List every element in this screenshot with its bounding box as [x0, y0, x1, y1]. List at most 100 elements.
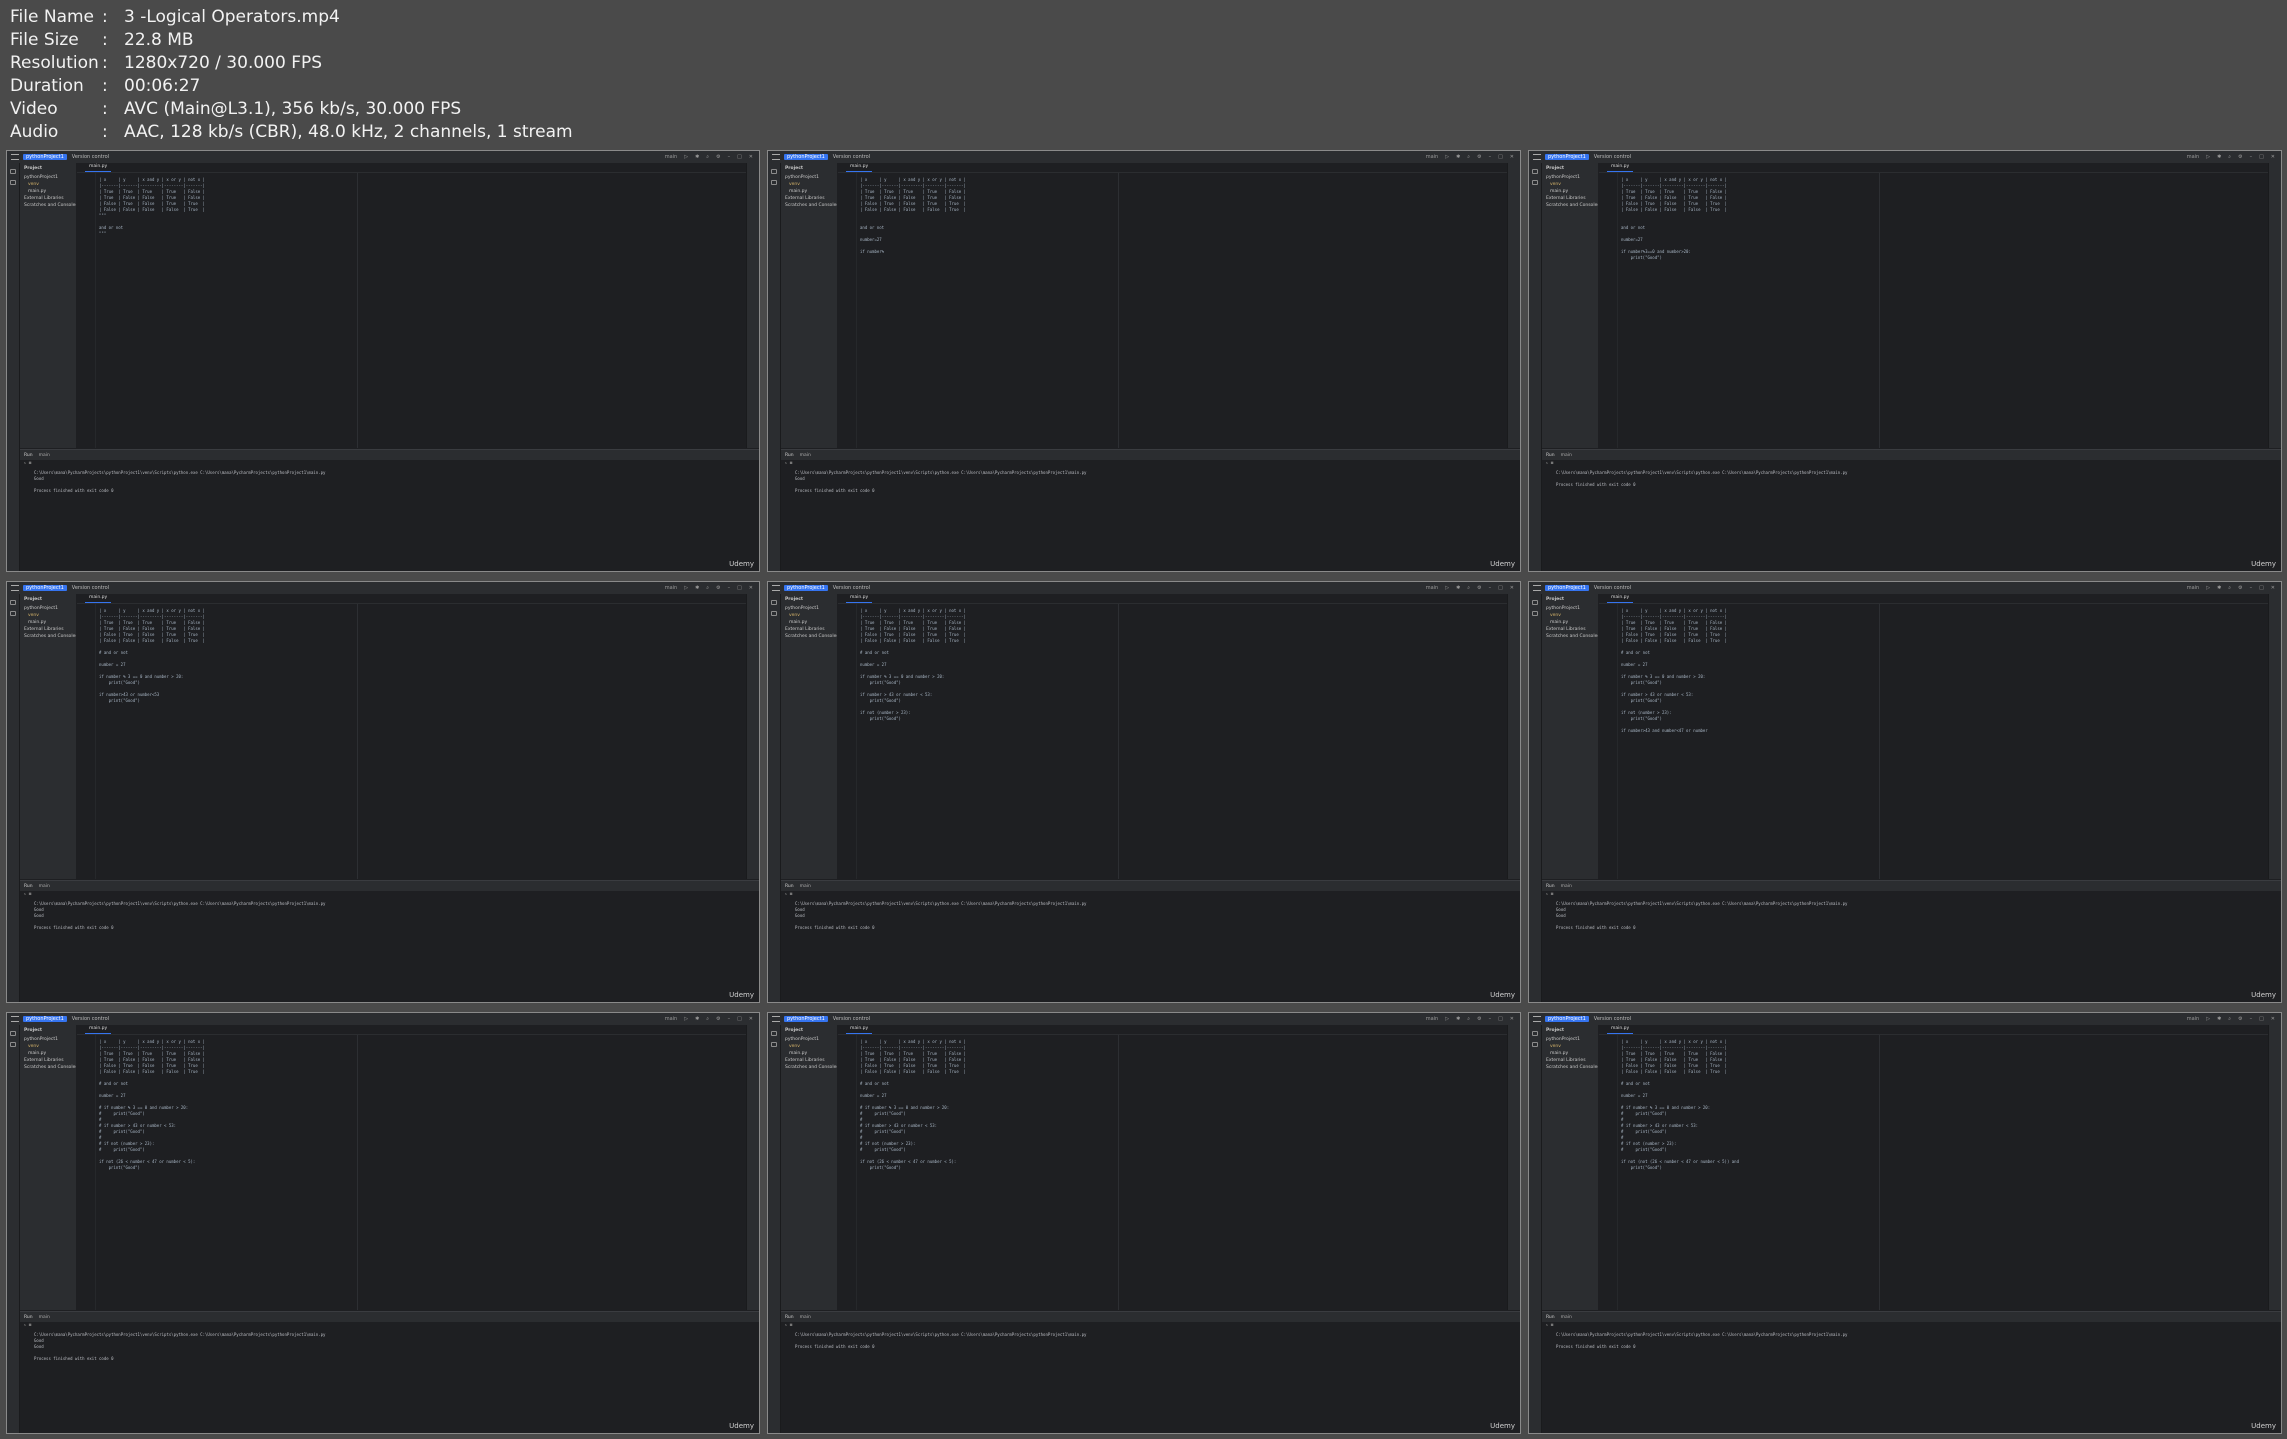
project-name[interactable]: pythonProject1	[23, 585, 67, 591]
run-config-tab[interactable]: main	[1561, 453, 1572, 458]
tree-item-venv[interactable]: venv	[1542, 1043, 1598, 1050]
structure-icon[interactable]	[771, 611, 777, 616]
close-icon[interactable]: ✕	[749, 1016, 753, 1022]
run-config-tab[interactable]: main	[1561, 1315, 1572, 1320]
maximize-icon[interactable]: □	[2259, 585, 2264, 591]
project-panel-title[interactable]: Project	[781, 163, 837, 174]
tree-item-main[interactable]: main.py	[20, 619, 76, 626]
code-text[interactable]: | x | y | x and y | x or y | not x | |--…	[99, 608, 743, 704]
debug-icon[interactable]: ✱	[695, 585, 699, 591]
maximize-icon[interactable]: □	[737, 154, 742, 160]
tab-main-py[interactable]: main.py	[846, 1025, 873, 1034]
folder-icon[interactable]	[10, 600, 16, 605]
close-icon[interactable]: ✕	[2271, 154, 2275, 160]
version-control-label[interactable]: Version control	[1594, 154, 1631, 160]
version-control-label[interactable]: Version control	[72, 1016, 109, 1022]
maximize-icon[interactable]: □	[1498, 154, 1503, 160]
maximize-icon[interactable]: □	[737, 1016, 742, 1022]
structure-icon[interactable]	[771, 180, 777, 185]
run-config-label[interactable]: main	[2187, 1016, 2200, 1022]
search-icon[interactable]: ⌕	[1467, 1016, 1470, 1022]
minimize-icon[interactable]: –	[2250, 154, 2253, 160]
tree-item-external-libraries[interactable]: External Libraries	[1542, 1057, 1598, 1064]
structure-icon[interactable]	[10, 180, 16, 185]
project-name[interactable]: pythonProject1	[1545, 1016, 1589, 1022]
tree-item-project[interactable]: pythonProject1	[781, 174, 837, 181]
project-name[interactable]: pythonProject1	[784, 585, 828, 591]
tab-main-py[interactable]: main.py	[1607, 1025, 1634, 1034]
debug-icon[interactable]: ✱	[2217, 154, 2221, 160]
project-name[interactable]: pythonProject1	[1545, 154, 1589, 160]
rerun-icon[interactable]: ↻	[24, 460, 26, 465]
structure-icon[interactable]	[10, 1042, 16, 1047]
settings-icon[interactable]: ⚙	[1477, 1016, 1481, 1022]
tree-item-venv[interactable]: venv	[781, 181, 837, 188]
tab-main-py[interactable]: main.py	[846, 163, 873, 172]
run-icon[interactable]: ▷	[684, 1016, 688, 1022]
tree-item-external-libraries[interactable]: External Libraries	[781, 626, 837, 633]
hamburger-menu-icon[interactable]	[1533, 1016, 1541, 1022]
run-tab-label[interactable]: Run	[1546, 884, 1555, 889]
tree-item-main[interactable]: main.py	[781, 188, 837, 195]
version-control-label[interactable]: Version control	[1594, 585, 1631, 591]
rerun-icon[interactable]: ↻	[1546, 1322, 1548, 1327]
project-panel-title[interactable]: Project	[1542, 163, 1598, 174]
tree-item-scratches[interactable]: Scratches and Consoles	[20, 633, 76, 640]
project-panel-title[interactable]: Project	[20, 1025, 76, 1036]
search-icon[interactable]: ⌕	[1467, 154, 1470, 160]
run-icon[interactable]: ▷	[684, 154, 688, 160]
tree-item-main[interactable]: main.py	[1542, 619, 1598, 626]
debug-icon[interactable]: ✱	[1456, 154, 1460, 160]
hamburger-menu-icon[interactable]	[11, 1016, 19, 1022]
rerun-icon[interactable]: ↻	[785, 1322, 787, 1327]
code-editor[interactable]: | x | y | x and y | x or y | not x | |--…	[838, 1035, 1508, 1310]
code-editor[interactable]: | x | y | x and y | x or y | not x | |--…	[838, 604, 1508, 879]
maximize-icon[interactable]: □	[1498, 1016, 1503, 1022]
code-editor[interactable]: | x | y | x and y | x or y | not x | |--…	[1599, 604, 2269, 879]
run-tab-label[interactable]: Run	[24, 1315, 33, 1320]
settings-icon[interactable]: ⚙	[2238, 585, 2242, 591]
hamburger-menu-icon[interactable]	[11, 585, 19, 591]
structure-icon[interactable]	[771, 1042, 777, 1047]
stop-icon[interactable]: ■	[790, 460, 792, 465]
tree-item-project[interactable]: pythonProject1	[781, 605, 837, 612]
minimize-icon[interactable]: –	[2250, 1016, 2253, 1022]
structure-icon[interactable]	[1532, 180, 1538, 185]
run-icon[interactable]: ▷	[1445, 1016, 1449, 1022]
run-config-tab[interactable]: main	[39, 1315, 50, 1320]
debug-icon[interactable]: ✱	[695, 1016, 699, 1022]
folder-icon[interactable]	[771, 169, 777, 174]
tree-item-scratches[interactable]: Scratches and Consoles	[1542, 633, 1598, 640]
run-icon[interactable]: ▷	[684, 585, 688, 591]
hamburger-menu-icon[interactable]	[772, 585, 780, 591]
tab-main-py[interactable]: main.py	[85, 594, 112, 603]
settings-icon[interactable]: ⚙	[2238, 154, 2242, 160]
tree-item-main[interactable]: main.py	[20, 188, 76, 195]
tree-item-main[interactable]: main.py	[1542, 188, 1598, 195]
search-icon[interactable]: ⌕	[2228, 154, 2231, 160]
run-config-label[interactable]: main	[1426, 154, 1439, 160]
debug-icon[interactable]: ✱	[2217, 1016, 2221, 1022]
version-control-label[interactable]: Version control	[833, 154, 870, 160]
search-icon[interactable]: ⌕	[2228, 1016, 2231, 1022]
code-editor[interactable]: | x | y | x and y | x or y | not x | |--…	[838, 173, 1508, 448]
project-panel-title[interactable]: Project	[781, 1025, 837, 1036]
hamburger-menu-icon[interactable]	[772, 154, 780, 160]
tree-item-venv[interactable]: venv	[20, 181, 76, 188]
code-editor[interactable]: | x | y | x and y | x or y | not x | |--…	[77, 604, 747, 879]
run-config-label[interactable]: main	[665, 154, 678, 160]
rerun-icon[interactable]: ↻	[1546, 891, 1548, 896]
run-icon[interactable]: ▷	[2206, 585, 2210, 591]
search-icon[interactable]: ⌕	[2228, 585, 2231, 591]
code-editor[interactable]: | x | y | x and y | x or y | not x | |--…	[77, 1035, 747, 1310]
maximize-icon[interactable]: □	[2259, 1016, 2264, 1022]
close-icon[interactable]: ✕	[749, 585, 753, 591]
close-icon[interactable]: ✕	[1510, 1016, 1514, 1022]
tab-main-py[interactable]: main.py	[85, 1025, 112, 1034]
structure-icon[interactable]	[1532, 611, 1538, 616]
project-panel-title[interactable]: Project	[20, 594, 76, 605]
structure-icon[interactable]	[1532, 1042, 1538, 1047]
tree-item-external-libraries[interactable]: External Libraries	[20, 626, 76, 633]
tree-item-external-libraries[interactable]: External Libraries	[1542, 626, 1598, 633]
debug-icon[interactable]: ✱	[2217, 585, 2221, 591]
